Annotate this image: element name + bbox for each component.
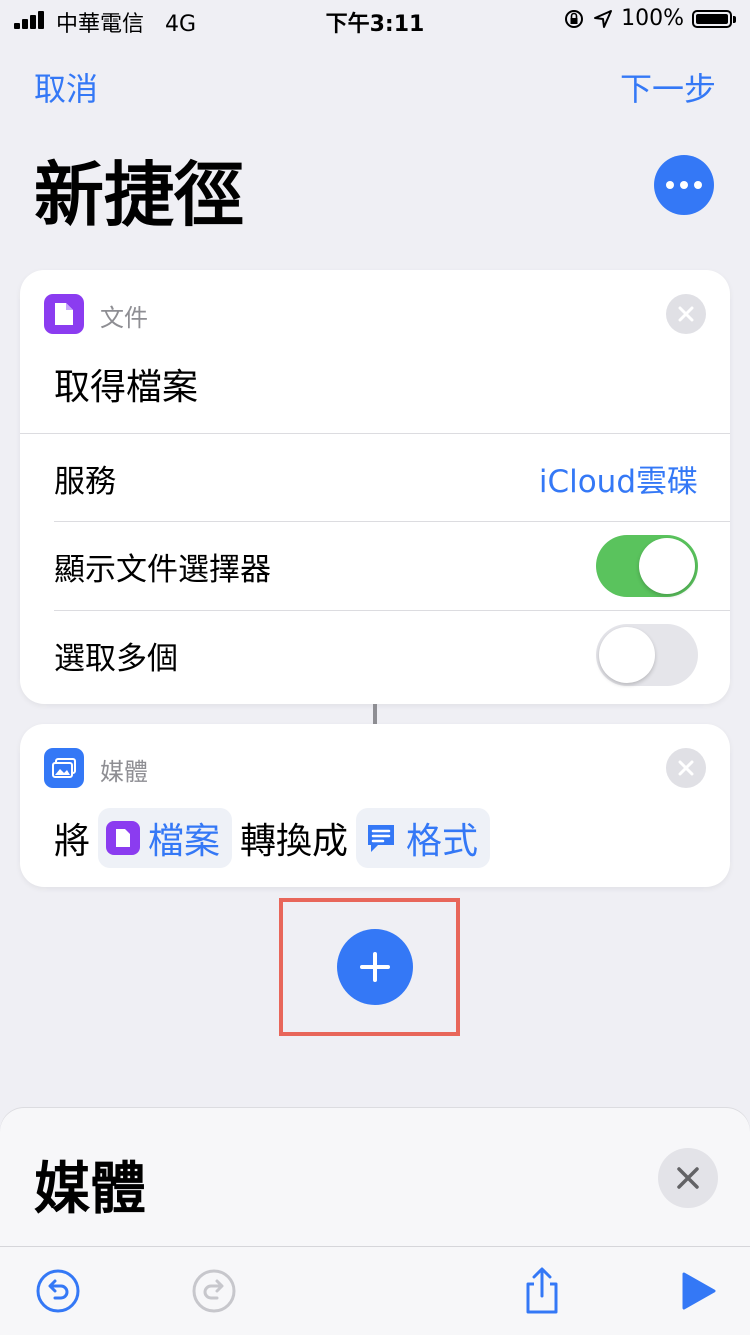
format-parameter-token[interactable]: 格式 <box>356 808 491 868</box>
status-bar: 中華電信 4G 下午3:11 100% <box>0 0 750 40</box>
play-icon <box>682 1272 716 1310</box>
remove-action-button[interactable] <box>666 748 706 788</box>
more-options-button[interactable] <box>654 155 714 215</box>
service-label: 服務 <box>54 463 116 500</box>
next-button[interactable]: 下一步 <box>620 64 716 110</box>
close-icon <box>678 760 694 776</box>
show-document-picker-label: 顯示文件選擇器 <box>54 551 271 588</box>
battery-icon <box>692 9 736 28</box>
bottom-toolbar <box>0 1246 750 1335</box>
share-button[interactable] <box>518 1267 566 1315</box>
sentence-prefix: 將 <box>54 821 91 862</box>
battery-percent: 100% <box>621 6 684 31</box>
sentence-middle: 轉換成 <box>240 821 349 862</box>
file-variable-token[interactable]: 檔案 <box>98 808 233 868</box>
photos-icon <box>44 748 84 788</box>
redo-button[interactable] <box>190 1267 238 1315</box>
orientation-lock-icon <box>565 9 584 28</box>
plus-icon <box>360 952 390 982</box>
service-value[interactable]: iCloud雲碟 <box>539 456 698 501</box>
remove-action-button[interactable] <box>666 294 706 334</box>
format-token-label: 格式 <box>406 821 479 862</box>
close-sheet-button[interactable] <box>658 1148 718 1208</box>
document-icon <box>44 294 84 334</box>
show-document-picker-toggle[interactable] <box>596 535 698 597</box>
add-action-button[interactable] <box>337 929 413 1005</box>
ellipsis-icon <box>666 181 674 189</box>
undo-icon <box>36 1269 80 1313</box>
action-sentence: 將 檔案 轉換成 格式 <box>54 808 498 868</box>
location-arrow-icon <box>594 9 613 28</box>
page-title: 新捷徑 <box>34 154 244 236</box>
action-category: 文件 <box>100 304 148 332</box>
redo-icon <box>192 1269 236 1313</box>
share-icon <box>526 1267 558 1314</box>
select-multiple-toggle[interactable] <box>596 624 698 686</box>
cancel-button[interactable]: 取消 <box>34 64 98 110</box>
message-bubble-icon <box>364 821 398 855</box>
file-token-label: 檔案 <box>148 821 221 862</box>
run-button[interactable] <box>674 1267 722 1315</box>
action-sheet: 媒體 <box>0 1108 750 1248</box>
sheet-title: 媒體 <box>34 1157 146 1222</box>
close-icon <box>677 1167 699 1189</box>
select-multiple-label: 選取多個 <box>54 640 178 677</box>
close-icon <box>678 306 694 322</box>
select-multiple-row: 選取多個 <box>54 611 698 699</box>
action-card-get-file: 文件 取得檔案 服務 iCloud雲碟 顯示文件選擇器 選取多個 <box>20 270 730 704</box>
document-icon <box>106 821 141 855</box>
undo-button[interactable] <box>34 1267 82 1315</box>
action-title: 取得檔案 <box>54 367 199 408</box>
action-connector <box>373 704 377 724</box>
service-row[interactable]: 服務 iCloud雲碟 <box>54 434 698 522</box>
action-category: 媒體 <box>100 758 148 786</box>
action-card-convert-media: 媒體 將 檔案 轉換成 格式 <box>20 724 730 887</box>
show-document-picker-row: 顯示文件選擇器 <box>54 522 698 610</box>
